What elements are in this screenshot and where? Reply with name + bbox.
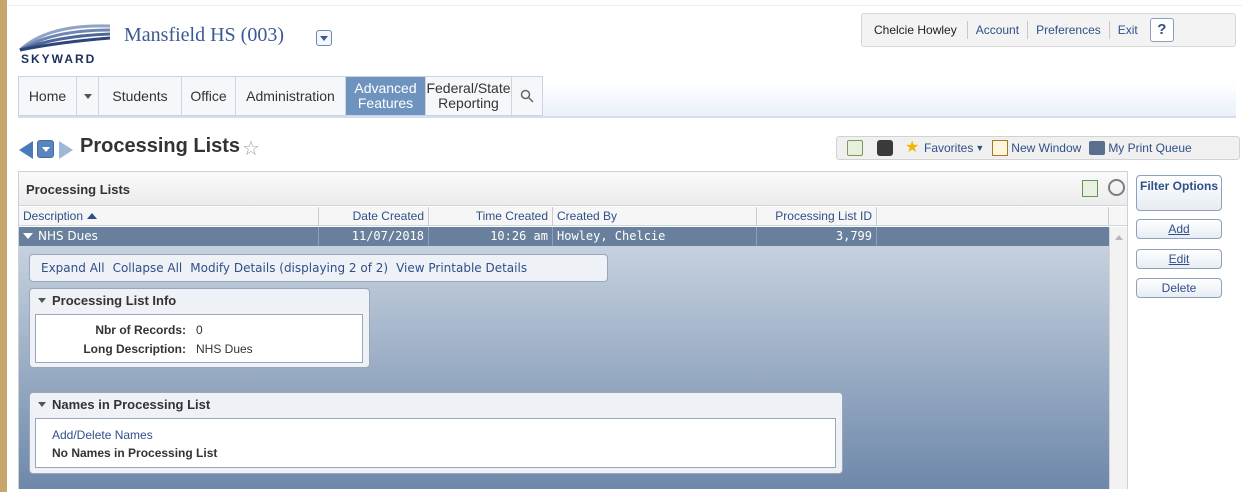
detail-links-bar: Expand All Collapse All Modify Details (… <box>29 254 608 282</box>
nav-search-icon[interactable] <box>512 77 542 115</box>
user-name: Chelcie Howley <box>874 23 957 37</box>
processing-list-info-title: Processing List Info <box>52 293 177 308</box>
forward-arrow-icon[interactable] <box>59 141 73 159</box>
top-edge <box>7 0 1242 6</box>
grid-scrollbar[interactable] <box>1109 227 1127 489</box>
names-in-list-body: Add/Delete Names No Names in Processing … <box>35 418 836 468</box>
col-empty <box>877 207 1109 226</box>
new-window-icon[interactable] <box>992 140 1009 156</box>
print-queue-link[interactable]: My Print Queue <box>1108 141 1191 155</box>
school-dropdown-icon[interactable] <box>316 30 332 46</box>
col-description[interactable]: Description <box>19 207 319 226</box>
history-dropdown-icon[interactable] <box>37 140 54 158</box>
names-in-list-group: Names in Processing List Add/Delete Name… <box>29 392 843 474</box>
nav-office[interactable]: Office <box>182 77 236 115</box>
add-button[interactable]: Add <box>1136 219 1222 239</box>
col-processing-list-id[interactable]: Processing List ID <box>757 207 877 226</box>
notes-icon[interactable] <box>847 140 863 156</box>
user-bar: Chelcie Howley Account Preferences Exit … <box>861 13 1236 47</box>
new-window-link[interactable]: New Window <box>1011 141 1081 155</box>
names-in-list-title: Names in Processing List <box>52 397 211 412</box>
favorites-caret-icon[interactable]: ▼ <box>975 143 984 153</box>
panel-title: Processing Lists <box>26 182 131 197</box>
preferences-link[interactable]: Preferences <box>1027 21 1109 39</box>
school-title[interactable]: Mansfield HS (003) <box>124 24 284 47</box>
panel-header: Processing Lists <box>19 172 1127 206</box>
nbr-records-label: Nbr of Records: <box>95 323 186 337</box>
nbr-records-value: 0 <box>196 323 203 337</box>
add-delete-names-link[interactable]: Add/Delete Names <box>52 428 153 442</box>
back-arrow-icon[interactable] <box>19 141 33 159</box>
page-title-bar: Processing Lists ☆ ★ Favorites ▼ New Win… <box>18 132 1240 164</box>
no-names-message: No Names in Processing List <box>52 446 218 460</box>
favorite-star-icon[interactable]: ☆ <box>242 136 260 161</box>
collapse-group-icon <box>38 402 46 407</box>
page-title: Processing Lists <box>80 135 241 157</box>
collapse-all-link[interactable]: Collapse All <box>113 261 183 275</box>
account-link[interactable]: Account <box>966 21 1027 39</box>
skyward-swoosh-icon <box>18 24 111 52</box>
nav-administration[interactable]: Administration <box>236 77 346 115</box>
col-date-created[interactable]: Date Created <box>319 207 429 226</box>
row-description[interactable]: NHS Dues <box>19 227 319 246</box>
long-description-label: Long Description: <box>83 342 186 356</box>
nav-home[interactable]: Home <box>19 77 77 115</box>
help-button[interactable]: ? <box>1149 18 1174 42</box>
processing-list-info-body: Nbr of Records: 0 Long Description: NHS … <box>35 314 363 363</box>
favorites-menu[interactable]: Favorites <box>924 141 973 155</box>
processing-lists-panel: Processing Lists Description Date Create… <box>18 171 1128 489</box>
row-time-created: 10:26 am <box>429 227 553 246</box>
row-processing-list-id: 3,799 <box>757 227 877 246</box>
skyward-logo[interactable]: SKYWARD <box>18 22 118 70</box>
nav-home-dropdown-icon[interactable] <box>77 77 99 115</box>
printer-icon[interactable] <box>1089 141 1106 155</box>
nav-students[interactable]: Students <box>99 77 182 115</box>
exit-link[interactable]: Exit <box>1108 21 1146 39</box>
processing-list-info-group: Processing List Info Nbr of Records: 0 L… <box>29 288 370 368</box>
edit-button[interactable]: Edit <box>1136 249 1222 269</box>
row-date-created: 11/07/2018 <box>319 227 429 246</box>
row-detail-area: Expand All Collapse All Modify Details (… <box>19 246 1109 489</box>
filter-options-button[interactable]: Filter Options <box>1136 175 1222 211</box>
favorites-star-icon[interactable]: ★ <box>905 140 921 156</box>
skyward-wordmark: SKYWARD <box>21 52 97 66</box>
long-description-value: NHS Dues <box>196 342 253 356</box>
camera-icon[interactable] <box>877 140 893 156</box>
row-description-text: NHS Dues <box>38 229 98 243</box>
table-row[interactable]: NHS Dues 11/07/2018 10:26 am Howley, Che… <box>19 227 1109 246</box>
export-excel-icon[interactable] <box>1082 180 1098 197</box>
collapse-row-icon[interactable] <box>23 233 33 239</box>
col-time-created[interactable]: Time Created <box>429 207 553 226</box>
expand-all-link[interactable]: Expand All <box>41 261 105 275</box>
col-description-label: Description <box>23 209 84 223</box>
names-in-list-header[interactable]: Names in Processing List <box>30 393 842 417</box>
nav-tabs: Home Students Office Administration Adva… <box>18 76 543 116</box>
main-navbar: Home Students Office Administration Adva… <box>18 76 1236 118</box>
col-created-by[interactable]: Created By <box>553 207 757 226</box>
left-edge-strip <box>0 0 7 492</box>
search-magnifier-icon[interactable] <box>1108 179 1125 196</box>
row-created-by: Howley, Chelcie <box>553 227 757 246</box>
delete-button[interactable]: Delete <box>1136 278 1222 298</box>
view-printable-details-link[interactable]: View Printable Details <box>396 261 527 275</box>
nav-advanced-features[interactable]: Advanced Features <box>346 77 426 115</box>
grid-header: Description Date Created Time Created Cr… <box>19 207 1127 226</box>
page-toolbar: ★ Favorites ▼ New Window My Print Queue <box>836 136 1240 160</box>
processing-list-info-header[interactable]: Processing List Info <box>30 289 369 313</box>
modify-details-link[interactable]: Modify Details (displaying 2 of 2) <box>190 261 388 275</box>
nav-federal-state-reporting[interactable]: Federal/State Reporting <box>426 77 512 115</box>
collapse-group-icon <box>38 298 46 303</box>
sort-ascending-icon <box>87 213 98 219</box>
